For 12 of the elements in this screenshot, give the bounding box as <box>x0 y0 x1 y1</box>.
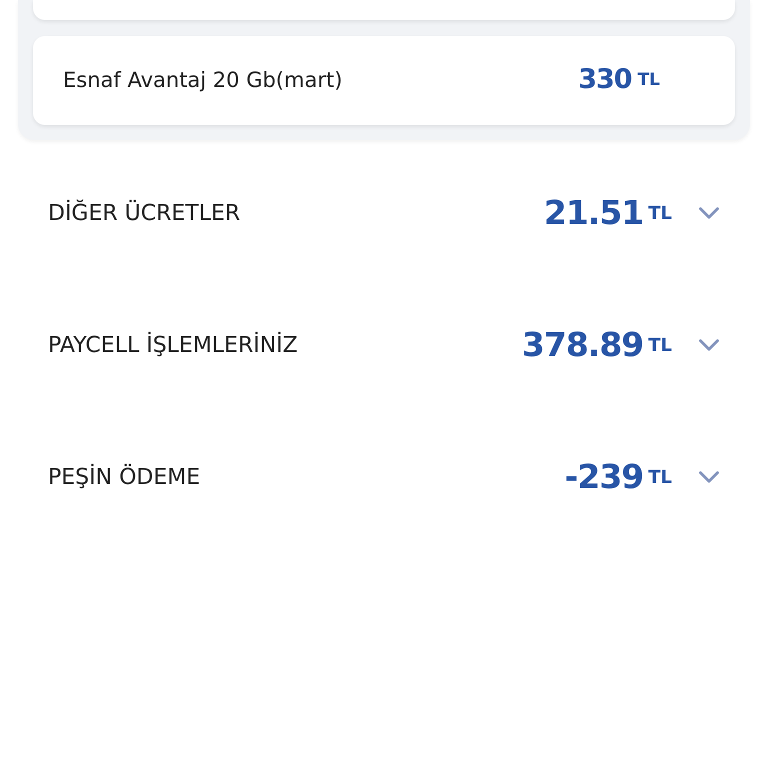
section-amount: 21.51 <box>544 192 644 234</box>
section-title: PAYCELL İŞLEMLERİNİZ <box>48 330 299 360</box>
package-amount: 330 <box>578 63 632 98</box>
currency-label: TL <box>648 466 672 490</box>
package-name: Esnaf Avantaj 20 Gb(mart) <box>63 66 344 94</box>
section-title: PEŞİN ÖDEME <box>48 462 202 492</box>
currency-label: TL <box>638 68 660 92</box>
section-amount: 378.89 <box>522 324 644 366</box>
currency-label: TL <box>648 202 672 226</box>
section-amount: -239 <box>564 456 644 498</box>
section-title: DİĞER ÜCRETLER <box>48 198 242 228</box>
currency-label: TL <box>648 334 672 358</box>
